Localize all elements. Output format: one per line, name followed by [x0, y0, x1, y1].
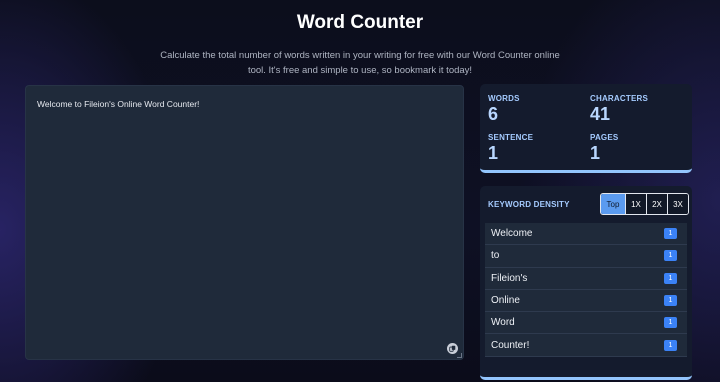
stat-pages-value: 1 [590, 143, 601, 163]
density-tabs: Top 1X 2X 3X [600, 193, 689, 215]
stat-sentence: SENTENCE 1 [488, 133, 533, 164]
tab-2x[interactable]: 2X [646, 194, 667, 214]
stat-words-value: 6 [488, 104, 499, 124]
keyword-word: Counter! [491, 339, 530, 351]
page-title: Word Counter [296, 12, 424, 33]
keyword-row: Online 1 [485, 290, 687, 313]
keyword-row: Counter! 1 [485, 334, 687, 357]
editor-text[interactable]: Welcome to Fileion's Online Word Counter… [37, 99, 199, 109]
keyword-word: Fileion's [491, 272, 528, 284]
keyword-density-title: KEYWORD DENSITY [488, 200, 570, 209]
keyword-count-badge: 1 [664, 317, 677, 329]
stat-sentence-value: 1 [488, 143, 499, 163]
keyword-word: to [491, 250, 500, 262]
stats-panel: WORDS 6 CHARACTERS 41 SENTENCE 1 PAGES 1 [480, 84, 692, 173]
keyword-word: Online [491, 295, 520, 307]
keyword-row: Word 1 [485, 312, 687, 335]
page-subtitle: Calculate the total number of words writ… [160, 50, 560, 76]
text-editor[interactable]: Welcome to Fileion's Online Word Counter… [25, 85, 464, 360]
keyword-count-badge: 1 [664, 295, 677, 307]
tab-top[interactable]: Top [601, 194, 625, 214]
stat-pages: PAGES 1 [590, 133, 618, 164]
stat-words-label: WORDS [488, 94, 520, 103]
stat-words: WORDS 6 [488, 94, 520, 125]
stat-sentence-label: SENTENCE [488, 133, 534, 142]
stat-characters: CHARACTERS 41 [590, 94, 648, 125]
tab-3x[interactable]: 3X [667, 194, 688, 214]
keyword-count-badge: 1 [664, 228, 677, 240]
keyword-count-badge: 1 [664, 250, 677, 262]
stat-characters-value: 41 [590, 104, 611, 124]
resize-handle[interactable] [457, 353, 462, 358]
keyword-count-badge: 1 [664, 339, 677, 351]
keyword-count-badge: 1 [664, 272, 677, 284]
stat-pages-label: PAGES [590, 133, 619, 142]
copy-icon [449, 345, 456, 352]
keyword-row: Fileion's 1 [485, 268, 687, 290]
keyword-density-panel: KEYWORD DENSITY Top 1X 2X 3X Welcome 1 t… [480, 186, 692, 380]
keyword-list: Welcome 1 to 1 Fileion's 1 Online 1 Word… [485, 223, 687, 357]
keyword-density-header: KEYWORD DENSITY Top 1X 2X 3X [480, 186, 692, 223]
stat-characters-label: CHARACTERS [590, 94, 648, 103]
keyword-word: Word [491, 317, 515, 329]
keyword-word: Welcome [491, 228, 533, 240]
keyword-row: Welcome 1 [485, 223, 687, 246]
tab-1x[interactable]: 1X [625, 194, 646, 214]
keyword-row: to 1 [485, 245, 687, 268]
